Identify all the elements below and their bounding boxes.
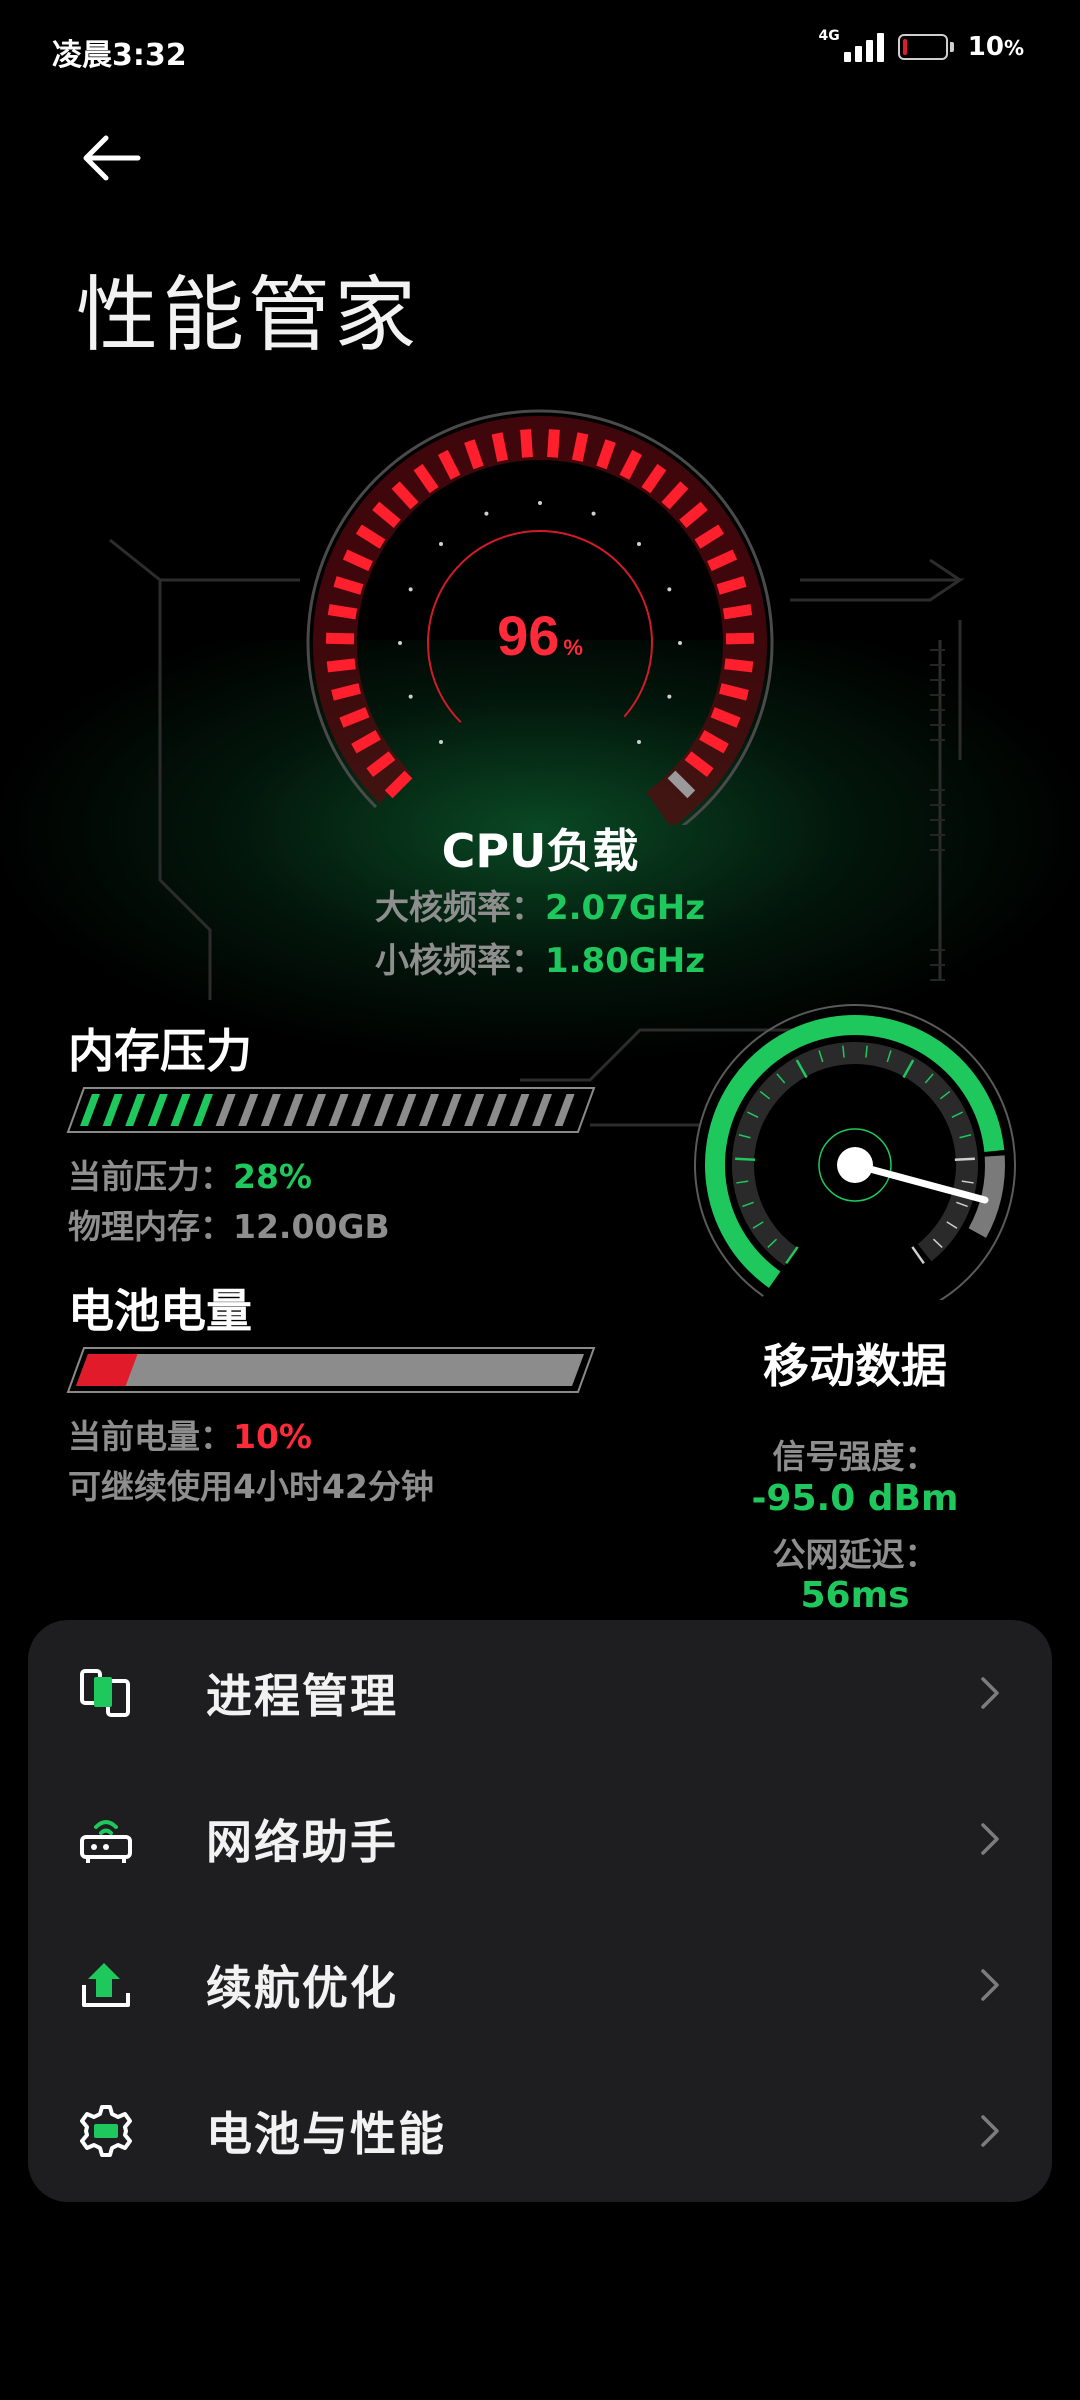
cpu-gauge-segment	[547, 429, 560, 458]
mobile-data-gauge	[694, 1004, 1017, 1300]
memory-bar-segment	[170, 1094, 191, 1126]
memory-bar-segment	[532, 1094, 552, 1126]
memory-pressure-bar	[66, 1087, 596, 1133]
latency-label: 公网延迟：	[772, 1535, 938, 1574]
cpu-gauge-dot	[398, 641, 402, 645]
battery-level-line: 当前电量：10%	[68, 1417, 312, 1456]
cpu-gauge-segment	[716, 576, 747, 595]
menu-label: 电池与性能	[206, 2107, 446, 2161]
memory-pressure-title: 内存压力	[68, 1024, 252, 1078]
memory-bar-segment	[441, 1094, 462, 1126]
tools-menu-card: 进程管理 网络助手 续航优化 电池与性能	[28, 1620, 1052, 2202]
memory-pressure-line: 当前压力：28%	[68, 1157, 312, 1196]
cpu-gauge-segment	[327, 604, 358, 620]
cpu-gauge-dot	[439, 739, 444, 744]
cpu-gauge-segment	[325, 632, 355, 645]
memory-bar-segment	[509, 1094, 530, 1126]
cpu-gauge-dot	[636, 542, 641, 547]
cpu-gauge-dot	[439, 542, 444, 547]
big-core-frequency: 大核频率：2.07GHz	[374, 888, 706, 928]
menu-label: 续航优化	[206, 1961, 398, 2015]
memory-bar-segment	[260, 1094, 281, 1126]
battery-upload-icon	[82, 1963, 130, 2007]
router-icon	[80, 1820, 132, 1863]
battery-level-title: 电池电量	[68, 1284, 252, 1338]
menu-label: 进程管理	[206, 1669, 398, 1723]
memory-bar-segment	[80, 1094, 100, 1126]
memory-bar-segment	[283, 1094, 304, 1126]
cpu-gauge-segment	[520, 429, 533, 458]
cpu-gauge-segment	[331, 683, 361, 701]
latency-value: 56ms	[800, 1575, 910, 1616]
cpu-load-value: 96%	[497, 604, 583, 667]
process-icon	[80, 1669, 130, 1717]
battery-level-bar	[66, 1347, 596, 1393]
memory-bar-segment	[396, 1094, 417, 1126]
cpu-gauge-dot	[591, 511, 596, 516]
menu-label: 网络助手	[206, 1815, 398, 1869]
memory-bar-segment	[486, 1094, 507, 1126]
cpu-gauge-dot	[408, 587, 413, 592]
mobile-data-title: 移动数据	[763, 1339, 947, 1393]
physical-memory-line: 物理内存：12.00GB	[68, 1207, 390, 1246]
chevron-right-icon	[981, 2115, 999, 2147]
gear-battery-icon	[80, 2105, 132, 2157]
cpu-gauge-dot	[408, 694, 413, 699]
cpu-gauge-segment	[725, 632, 755, 645]
chevron-right-icon	[981, 1823, 999, 1855]
cpu-gauge-dot	[636, 739, 641, 744]
menu-item-battery-performance[interactable]: 电池与性能	[28, 2058, 1052, 2204]
network-gauge-tick	[954, 1157, 975, 1162]
chevron-right-icon	[981, 1677, 999, 1709]
memory-bar-segment	[102, 1094, 123, 1126]
little-core-frequency: 小核频率：1.80GHz	[374, 941, 706, 981]
cpu-gauge-dot	[484, 511, 489, 516]
cpu-gauge-segment	[491, 432, 509, 462]
memory-bar-segment	[328, 1094, 349, 1126]
signal-strength-label: 信号强度：	[772, 1437, 938, 1476]
signal-strength-value: -95.0 dBm	[751, 1478, 959, 1519]
memory-bar-segment	[373, 1094, 394, 1126]
memory-bar-segment	[125, 1094, 146, 1126]
memory-bar-segment	[306, 1094, 326, 1126]
memory-bar-segment	[238, 1094, 259, 1126]
memory-bar-segment	[147, 1094, 168, 1126]
memory-bar-segment	[419, 1094, 439, 1126]
cpu-gauge-segment	[333, 576, 364, 595]
cpu-gauge-segment	[722, 604, 753, 620]
menu-item-network-assistant[interactable]: 网络助手	[28, 1766, 1052, 1912]
memory-bar-segment	[351, 1094, 372, 1126]
cpu-gauge-dot	[667, 694, 672, 699]
menu-item-endurance-optimization[interactable]: 续航优化	[28, 1912, 1052, 2058]
battery-remaining-time: 可继续使用4小时42分钟	[68, 1467, 434, 1506]
memory-bar-segment	[215, 1094, 236, 1126]
cpu-gauge-dot	[538, 501, 542, 505]
cpu-gauge-dot	[678, 641, 682, 645]
cpu-gauge-segment	[719, 683, 749, 701]
memory-bar-segment	[464, 1094, 485, 1126]
cpu-load-title: CPU负载	[441, 824, 639, 878]
cpu-load-gauge: 96%	[306, 409, 774, 825]
cpu-gauge-segment	[326, 658, 356, 673]
cpu-gauge-segment	[571, 432, 589, 462]
memory-bar-segment	[554, 1094, 575, 1126]
cpu-gauge-dot	[667, 587, 672, 592]
chevron-right-icon	[981, 1969, 999, 2001]
cpu-gauge-segment	[724, 658, 754, 673]
network-gauge-tick	[735, 1157, 756, 1162]
menu-item-process-management[interactable]: 进程管理	[28, 1620, 1052, 1766]
memory-bar-segment	[193, 1094, 213, 1126]
